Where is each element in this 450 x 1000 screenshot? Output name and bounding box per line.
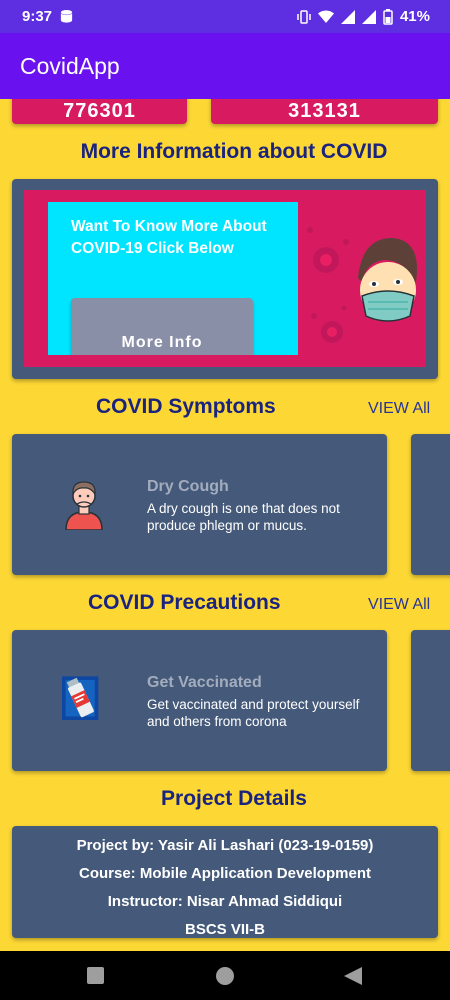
banner-text: Want To Know More About COVID-19 Click B… (71, 218, 267, 257)
signal-icon (340, 9, 355, 24)
masked-person-virus-illustration (307, 227, 417, 343)
symptom-title: Dry Cough (147, 478, 229, 495)
symptom-description: A dry cough is one that does not produce… (147, 501, 340, 533)
symptoms-heading: COVID Symptoms (96, 395, 276, 418)
app-title: CovidApp (20, 52, 120, 79)
symptom-card[interactable]: Dry Cough A dry cough is one that does n… (12, 434, 387, 575)
stat-value-left: 776301 (63, 100, 136, 122)
wifi-icon (317, 10, 334, 23)
system-navigation-bar (0, 951, 450, 1000)
symptoms-view-all-link[interactable]: VIEW All (368, 400, 430, 418)
status-bar: 9:37 41% (0, 0, 450, 33)
precaution-description: Get vaccinated and protect yourself and … (147, 697, 360, 729)
back-icon[interactable] (344, 967, 362, 985)
precaution-title: Get Vaccinated (147, 674, 262, 691)
precautions-view-all-link[interactable]: VIEW All (368, 596, 430, 614)
stat-card-right[interactable]: 313131 (211, 99, 438, 124)
home-icon[interactable] (216, 967, 234, 985)
more-info-button-label: More Info (121, 334, 203, 351)
coughing-person-icon (65, 481, 103, 530)
main-scroll-content[interactable]: 776301 313131 More Information about COV… (0, 99, 450, 951)
status-right: 41% (297, 8, 430, 25)
project-heading: Project Details (161, 787, 307, 810)
more-info-banner: Want To Know More About COVID-19 Click B… (12, 179, 438, 379)
project-details-card: Project by: Yasir Ali Lashari (023-19-01… (12, 826, 438, 938)
stat-card-left[interactable]: 776301 (12, 99, 187, 124)
more-info-button[interactable]: More Info (71, 298, 253, 355)
precaution-card-next[interactable] (411, 630, 450, 771)
project-line-class: BSCS VII-B (184, 921, 265, 938)
symptom-card-next[interactable] (411, 434, 450, 575)
project-line-instructor: Instructor: Nisar Ahmad Siddiqui (107, 893, 343, 910)
status-left: 9:37 (22, 8, 74, 25)
precautions-heading: COVID Precautions (88, 591, 281, 614)
vaccine-vial-icon (62, 676, 99, 720)
precaution-card[interactable]: Get Vaccinated Get vaccinated and protec… (12, 630, 387, 771)
more-info-heading: More Information about COVID (80, 140, 388, 163)
vibrate-icon (297, 9, 311, 24)
battery-percent: 41% (399, 8, 430, 25)
banner-panel: Want To Know More About COVID-19 Click B… (48, 202, 298, 355)
banner-background: Want To Know More About COVID-19 Click B… (24, 190, 426, 367)
status-time: 9:37 (22, 8, 53, 25)
battery-icon (383, 8, 393, 25)
project-line-author: Project by: Yasir Ali Lashari (023-19-01… (76, 837, 374, 854)
app-bar: CovidApp (0, 33, 450, 99)
project-line-course: Course: Mobile Application Development (79, 865, 371, 882)
stat-value-right: 313131 (288, 100, 361, 122)
signal-icon-2 (361, 9, 376, 24)
recents-icon[interactable] (87, 967, 104, 984)
database-icon (60, 9, 73, 23)
